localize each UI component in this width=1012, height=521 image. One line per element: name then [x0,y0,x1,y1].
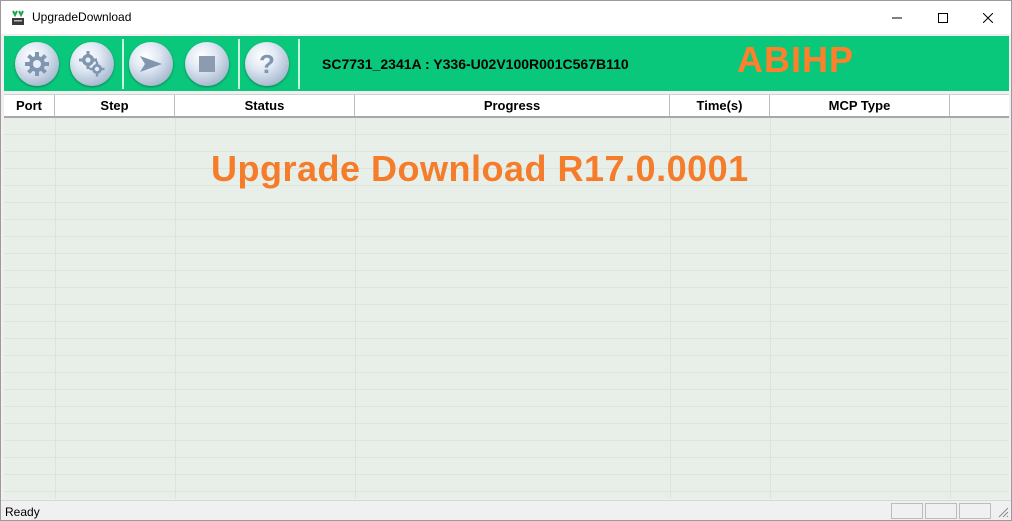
stop-icon [199,56,215,72]
close-button[interactable] [965,1,1011,34]
status-bar: Ready [1,500,1011,520]
minimize-button[interactable] [874,1,920,34]
column-header-progress[interactable]: Progress [355,95,670,116]
firmware-info: SC7731_2341A : Y336-U02V100R001C567B110 [322,56,629,72]
gears-icon [79,51,105,77]
close-icon [983,12,993,23]
column-header-extra[interactable] [950,95,1009,116]
toolbar-separator [238,39,240,89]
resize-grip-icon[interactable] [995,504,1009,518]
settings-button[interactable] [15,42,59,86]
column-divider [770,118,771,499]
window-title: UpgradeDownload [32,10,132,24]
port-table[interactable]: Port Step Status Progress Time(s) MCP Ty… [4,94,1009,499]
brand-watermark: ABIHP [737,39,855,80]
start-button[interactable] [129,42,173,86]
table-header: Port Step Status Progress Time(s) MCP Ty… [4,95,1009,118]
maximize-icon [938,12,948,23]
minimize-icon [892,17,902,18]
column-divider [950,118,951,499]
app-logo-icon [9,9,27,27]
status-panel [891,503,923,519]
stop-button[interactable] [185,42,229,86]
column-header-time[interactable]: Time(s) [670,95,770,116]
maximize-button[interactable] [920,1,966,34]
column-header-mcp-type[interactable]: MCP Type [770,95,950,116]
advanced-settings-button[interactable] [70,42,114,86]
column-divider [55,118,56,499]
help-button[interactable]: ? [245,42,289,86]
status-panel [925,503,957,519]
column-header-port[interactable]: Port [4,95,55,116]
status-text: Ready [5,505,40,519]
question-icon: ? [259,48,275,79]
column-header-status[interactable]: Status [175,95,355,116]
app-window: UpgradeDownload ? SC7731_2341A: Y336-U0… [0,0,1012,521]
gear-icon [25,52,49,76]
title-bar[interactable]: UpgradeDownload [1,1,1011,34]
column-header-step[interactable]: Step [55,95,175,116]
toolbar: ? SC7731_2341A : Y336-U02V100R001C567B11… [4,36,1009,91]
toolbar-separator [122,39,124,89]
play-arrow-icon [140,56,162,72]
column-divider [175,118,176,499]
overlay-title: Upgrade Download R17.0.0001 [211,148,749,189]
toolbar-separator [298,39,300,89]
status-panel [959,503,991,519]
